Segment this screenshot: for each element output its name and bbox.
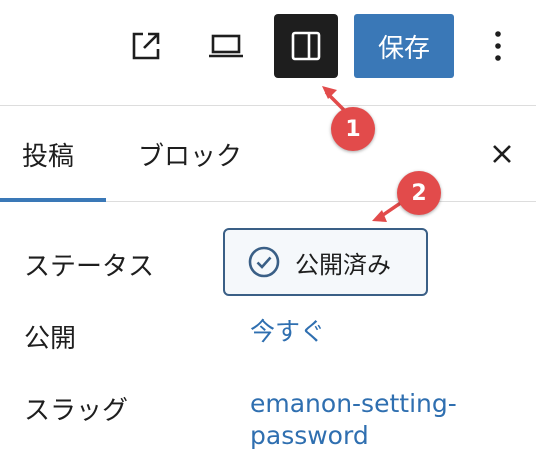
preview-button[interactable] — [194, 14, 258, 78]
settings-sidebar-toggle[interactable] — [274, 14, 338, 78]
slug-link[interactable]: emanon-setting- password — [250, 388, 457, 452]
tab-post[interactable]: 投稿 — [22, 106, 74, 202]
sidebar-panel-icon — [291, 31, 321, 61]
more-options-button[interactable] — [478, 14, 518, 78]
status-label: ステータス — [24, 252, 155, 282]
slug-link-line1: emanon-setting- — [250, 389, 457, 418]
annotation-marker-2: 2 — [397, 171, 441, 215]
annotation-marker-1: 1 — [331, 107, 375, 151]
status-button[interactable]: 公開済み — [223, 228, 428, 296]
tab-block[interactable]: ブロック — [138, 106, 242, 202]
publish-label: 公開 — [24, 324, 77, 354]
view-post-button[interactable] — [114, 14, 178, 78]
close-icon — [493, 145, 511, 163]
active-tab-indicator — [0, 198, 106, 202]
laptop-icon — [209, 34, 243, 58]
editor-toolbar: 保存 — [0, 0, 536, 106]
slug-link-line2: password — [250, 421, 369, 450]
save-button[interactable]: 保存 — [354, 14, 454, 78]
check-circle-icon — [248, 246, 280, 278]
sidebar-tabs: 投稿 ブロック — [0, 106, 536, 202]
external-link-icon — [132, 32, 160, 60]
vertical-ellipsis-icon — [495, 31, 501, 61]
close-sidebar-button[interactable] — [482, 134, 522, 174]
publish-date-link[interactable]: 今すぐ — [250, 316, 325, 348]
slug-label: スラッグ — [24, 396, 129, 426]
status-value: 公開済み — [295, 250, 391, 279]
